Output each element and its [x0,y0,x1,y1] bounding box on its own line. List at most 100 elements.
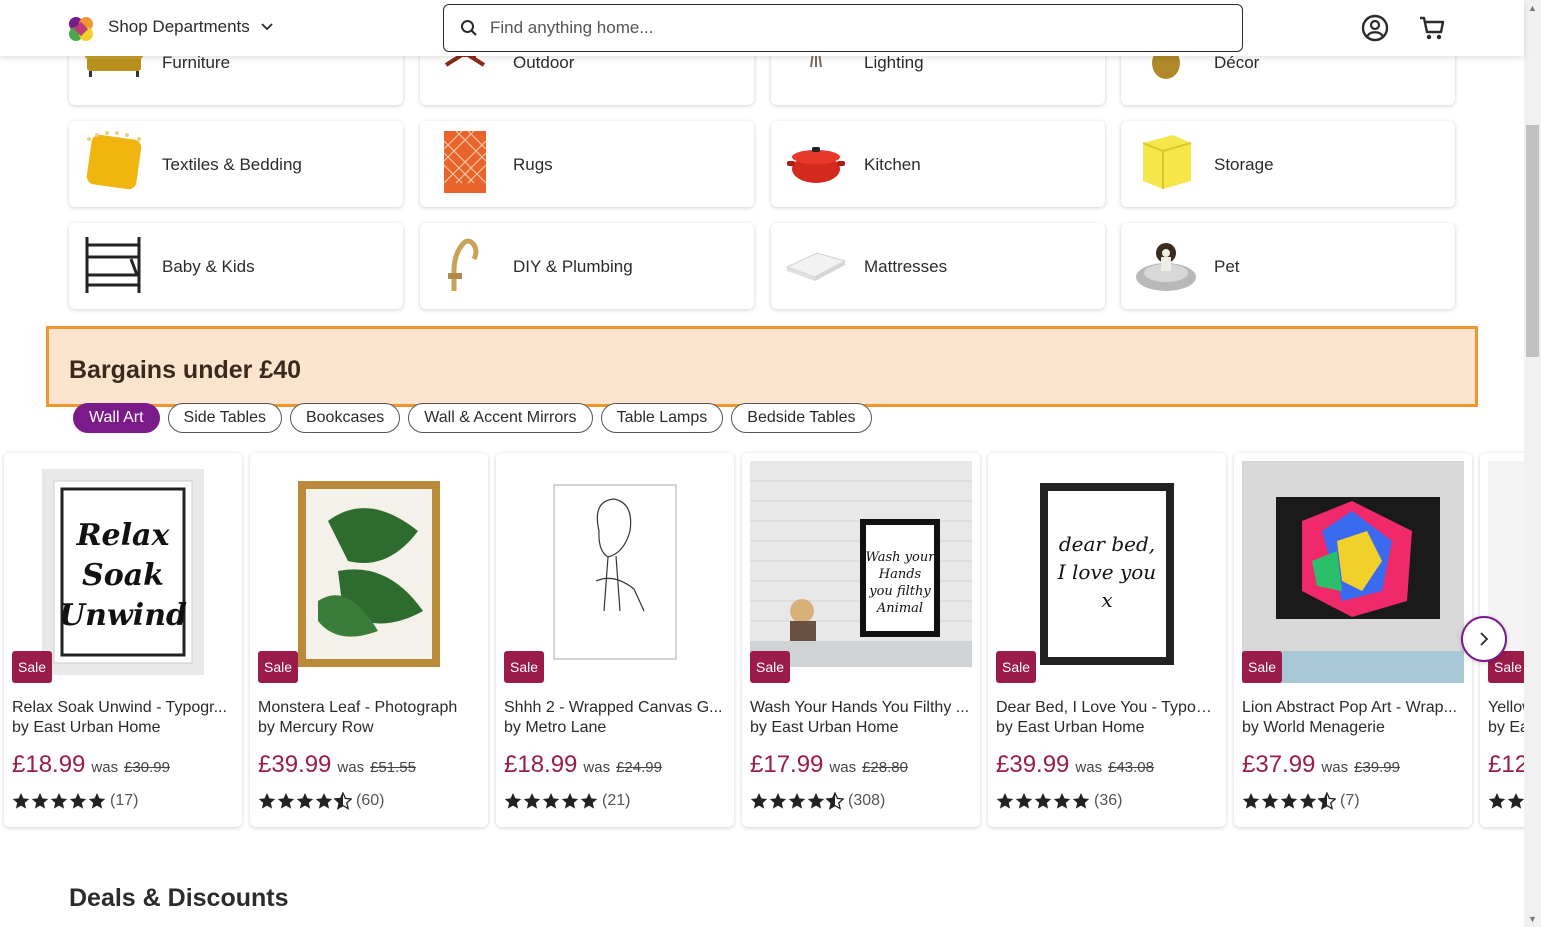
department-label: Textiles & Bedding [162,155,302,174]
review-count: (36) [1094,792,1123,809]
product-image[interactable] [1242,461,1464,683]
star-full-icon [1507,793,1524,809]
product-name[interactable]: Dear Bed, I Love You - Typog... [996,699,1218,717]
rating-row[interactable]: (17) [12,792,138,810]
department-label: Storage [1214,155,1274,174]
department-card-pet[interactable]: Pet [1121,223,1455,309]
shop-departments-button[interactable]: Shop Departments [108,17,274,37]
rating-row[interactable]: (7) [1242,792,1360,810]
chevron-right-icon [1480,632,1489,646]
sale-price: £37.99 [1242,751,1316,778]
product-image[interactable] [258,461,480,683]
page-content: Furniture Outdoor Lighting Décor Textiles & … [0,0,1524,927]
sale-price: £39.99 [258,751,332,778]
scroll-down-arrow[interactable]: ▼ [1528,914,1537,924]
department-label: Lighting [864,53,924,72]
page-scrollbar[interactable]: ▲ ▼ [1524,0,1541,927]
search-input[interactable] [490,18,1190,38]
mattress-icon [785,252,847,281]
price-row: £12 [1488,751,1524,779]
review-count: (7) [1340,792,1360,809]
artwork-text: Relax [76,518,171,553]
product-image[interactable]: Wash your Hands you filthy Animal [750,461,972,683]
rating-row[interactable]: (36) [996,792,1122,810]
star-full-icon [504,793,522,809]
star-full-icon [561,793,579,809]
artwork-text: Soak [82,558,164,593]
scroll-thumb[interactable] [1526,125,1539,357]
department-card-mattresses[interactable]: Mattresses [771,223,1105,309]
price-row: £39.99 was £51.55 [258,751,416,779]
department-card-textiles-bedding[interactable]: Textiles & Bedding [69,121,403,207]
sale-badge: Sale [504,651,544,683]
carousel-next-button[interactable] [1461,616,1507,662]
logo-icon[interactable] [67,16,95,42]
storage-box-icon [1142,135,1192,189]
sale-price: £12 [1488,751,1524,778]
bunk-bed-icon [85,237,141,293]
artwork-text: Unwind [59,598,187,633]
chip-side-tables[interactable]: Side Tables [167,403,282,433]
chip-bedside-tables[interactable]: Bedside Tables [731,403,872,433]
product-brand: by Mercury Row [258,719,374,736]
rating-row[interactable]: (308) [750,792,885,810]
rating-row[interactable] [1488,792,1524,810]
star-full-icon [996,793,1014,809]
product-name[interactable]: Monstera Leaf - Photograph [258,699,480,717]
star-full-icon [750,793,768,809]
product-name[interactable]: Lion Abstract Pop Art - Wrap... [1242,699,1464,717]
sale-badge: Sale [258,651,298,683]
review-count: (308) [848,792,886,809]
product-brand: by East Urban Home [750,719,899,736]
product-image[interactable]: dear bed, I love you x [996,461,1218,683]
shop-departments-label: Shop Departments [108,17,250,36]
product-brand: by East Urban Home [996,719,1145,736]
star-full-icon [523,793,541,809]
star-full-icon [69,793,87,809]
product-card[interactable]: Wash your Hands you filthy Animal Sale Wash Y… [742,453,980,827]
star-full-icon [315,793,333,809]
product-name[interactable]: Yellow [1488,699,1524,717]
department-card-baby-kids[interactable]: Baby & Kids [69,223,403,309]
sale-badge: Sale [996,651,1036,683]
artwork-text: Hands [878,567,922,582]
cart-icon[interactable] [1418,14,1446,42]
account-icon[interactable] [1361,14,1389,42]
department-card-rugs[interactable]: Rugs [420,121,754,207]
product-card[interactable]: Sale Monstera Leaf - Photograph by Mercury… [250,453,488,827]
star-full-icon [788,793,806,809]
price-row: £39.99 was £43.08 [996,751,1154,779]
rating-row[interactable]: (21) [504,792,630,810]
product-image[interactable] [504,461,726,683]
original-price: £51.55 [370,759,416,776]
star-full-icon [31,793,49,809]
star-rating [504,792,598,810]
product-name[interactable]: Wash Your Hands You Filthy ... [750,699,972,717]
star-full-icon [1261,793,1279,809]
chip-bookcases[interactable]: Bookcases [289,403,401,433]
price-row: £37.99 was £39.99 [1242,751,1400,779]
chip-wall-accent-mirrors[interactable]: Wall & Accent Mirrors [408,403,593,433]
chip-wall-art[interactable]: Wall Art [73,403,160,433]
scroll-up-arrow[interactable]: ▲ [1528,3,1537,13]
star-full-icon [1299,793,1317,809]
department-card-diy-plumbing[interactable]: DIY & Plumbing [420,223,754,309]
artwork-text: Wash your [866,550,936,565]
search-bar [443,4,1243,52]
department-card-kitchen[interactable]: Kitchen [771,121,1105,207]
star-full-icon [807,793,825,809]
product-image[interactable]: Relax Soak Unwind [12,461,234,683]
sale-price: £39.99 [996,751,1070,778]
product-card[interactable]: Sale Lion Abstract Pop Art - Wrap... by Wo… [1234,453,1472,827]
star-half-icon [334,792,352,810]
artwork-text: Animal [876,601,923,616]
deals-title: Deals & Discounts [69,884,289,912]
product-name[interactable]: Relax Soak Unwind - Typogr... [12,699,234,717]
product-card[interactable]: Sale Shhh 2 - Wrapped Canvas G... by Metro… [496,453,734,827]
department-card-storage[interactable]: Storage [1121,121,1455,207]
product-name[interactable]: Shhh 2 - Wrapped Canvas G... [504,699,726,717]
chip-table-lamps[interactable]: Table Lamps [600,403,724,433]
rating-row[interactable]: (60) [258,792,384,810]
product-card[interactable]: dear bed, I love you x Sale Dear Bed, I Love… [988,453,1226,827]
product-card[interactable]: Relax Soak Unwind Sale Relax Soak Unwind - T… [4,453,242,827]
